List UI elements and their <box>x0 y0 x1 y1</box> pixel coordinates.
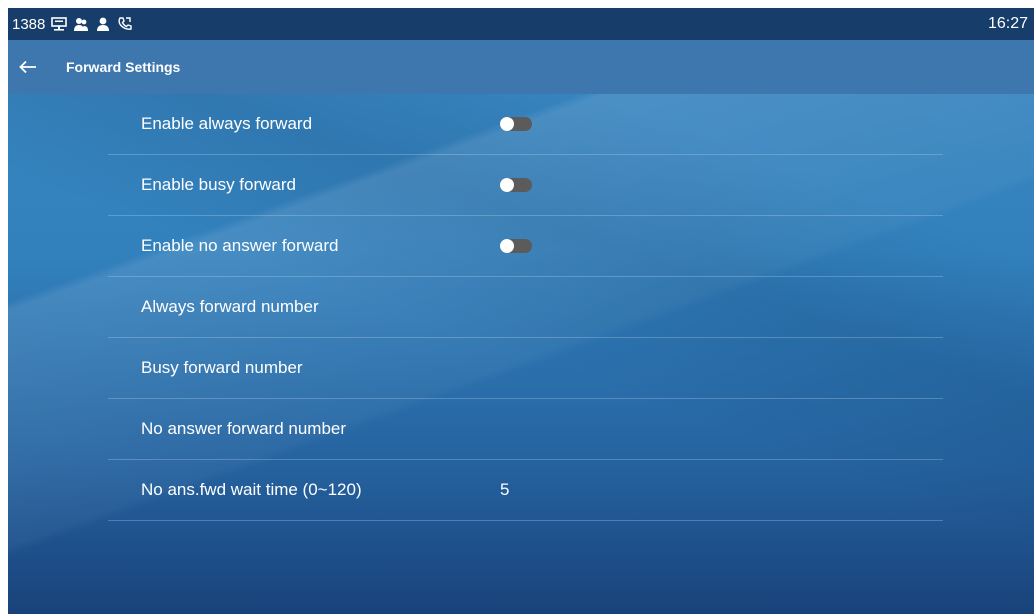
setting-label: Enable always forward <box>141 114 313 133</box>
page-title: Forward Settings <box>66 59 181 75</box>
setting-label: Enable no answer forward <box>141 236 339 255</box>
network-icon <box>51 17 68 31</box>
always-forward-toggle[interactable] <box>500 117 532 131</box>
setting-row-wait-time[interactable]: No ans.fwd wait time (0~120) 5 <box>108 460 943 521</box>
call-forward-icon <box>118 17 133 30</box>
setting-row-always-forward[interactable]: Enable always forward <box>108 94 943 155</box>
wait-time-value[interactable]: 5 <box>500 460 509 520</box>
setting-label: Busy forward number <box>141 358 303 377</box>
setting-label: No ans.fwd wait time (0~120) <box>141 480 362 499</box>
user-icon <box>97 17 110 31</box>
phone-screen: 1388 16:27 Forward Settings Enable alway… <box>8 8 1034 614</box>
setting-label: Always forward number <box>141 297 319 316</box>
setting-label: No answer forward number <box>141 419 347 438</box>
account-number: 1388 <box>12 15 46 33</box>
arrow-left-icon[interactable] <box>8 40 48 94</box>
setting-row-no-answer-forward[interactable]: Enable no answer forward <box>108 216 943 277</box>
no-answer-forward-toggle[interactable] <box>500 239 532 253</box>
settings-list: Enable always forward Enable busy forwar… <box>108 94 943 521</box>
status-bar: 1388 16:27 <box>8 8 1034 40</box>
clock: 16:27 <box>987 15 1028 32</box>
setting-row-always-forward-number[interactable]: Always forward number <box>108 277 943 338</box>
setting-row-no-answer-forward-number[interactable]: No answer forward number <box>108 399 943 460</box>
setting-label: Enable busy forward <box>141 175 296 194</box>
busy-forward-toggle[interactable] <box>500 178 532 192</box>
toggle-knob <box>500 178 514 192</box>
toggle-knob <box>500 117 514 131</box>
toggle-knob <box>500 239 514 253</box>
contacts-icon <box>74 18 89 31</box>
title-bar: Forward Settings <box>8 40 1034 94</box>
setting-row-busy-forward-number[interactable]: Busy forward number <box>108 338 943 399</box>
setting-row-busy-forward[interactable]: Enable busy forward <box>108 155 943 216</box>
status-icons: 1388 <box>8 16 133 33</box>
